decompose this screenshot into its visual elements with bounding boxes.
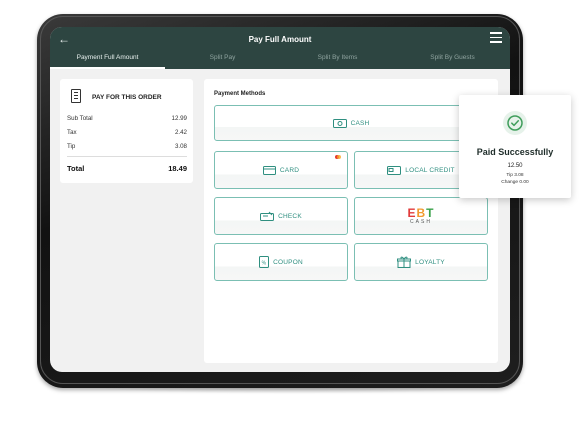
loyalty-icon <box>397 256 412 268</box>
tab-bar: Payment Full Amount Split Pay Split By I… <box>50 51 510 69</box>
local-credit-icon <box>387 165 402 175</box>
payment-success-toast: Paid Successfully 12.50 Tip 3.08 Change … <box>459 95 571 198</box>
total-row: Total 18.49 <box>67 164 187 173</box>
check-button[interactable]: CHECK <box>214 197 348 235</box>
tab-payment-full-amount[interactable]: Payment Full Amount <box>50 51 165 69</box>
payment-methods-title: Payment Methods <box>214 91 266 97</box>
coupon-button[interactable]: % COUPON <box>214 243 348 281</box>
tablet-screen: ← Pay Full Amount Payment Full Amount Sp… <box>50 27 510 372</box>
tab-split-by-items[interactable]: Split By Items <box>280 51 395 69</box>
payment-methods-panel: Payment Methods CASH CARD LOCAL CREDIT C… <box>204 79 498 363</box>
card-icon <box>262 165 276 175</box>
success-check-icon <box>503 111 527 135</box>
ebt-cash-logo: EBT CASH <box>407 205 435 225</box>
cash-label: CASH <box>350 119 370 127</box>
coupon-label: COUPON <box>273 258 303 266</box>
card-button[interactable]: CARD <box>214 151 348 189</box>
ebt-cash-button[interactable]: EBT CASH <box>354 197 488 235</box>
card-brand-logo <box>335 155 341 159</box>
order-summary-panel: PAY FOR THIS ORDER Sub Total 12.99 Tax 2… <box>60 79 193 183</box>
toast-tip: Tip 3.08 <box>506 173 524 178</box>
loyalty-label: LOYALTY <box>415 258 445 266</box>
tax-row: Tax 2.42 <box>67 129 187 136</box>
local-credit-label: LOCAL CREDIT <box>405 166 455 174</box>
tab-split-by-guests[interactable]: Split By Guests <box>395 51 510 69</box>
subtotal-value: 12.99 <box>171 115 187 122</box>
total-label: Total <box>67 164 85 173</box>
ebt-cash-label: CASH <box>410 218 432 225</box>
check-icon <box>260 211 275 221</box>
tip-row: Tip 3.08 <box>67 143 187 150</box>
toast-amount: 12.50 <box>507 163 523 169</box>
summary-divider <box>67 156 187 157</box>
receipt-icon <box>71 89 81 103</box>
tip-value: 3.08 <box>174 143 187 150</box>
tip-label: Tip <box>67 143 76 150</box>
tab-split-pay[interactable]: Split Pay <box>165 51 280 69</box>
ebt-logo-e: E <box>407 205 417 220</box>
page-title: Pay Full Amount <box>248 35 312 44</box>
check-label: CHECK <box>278 212 302 220</box>
svg-text:%: % <box>262 261 267 267</box>
total-value: 18.49 <box>168 164 187 173</box>
hamburger-menu-icon[interactable] <box>490 32 502 43</box>
loyalty-button[interactable]: LOYALTY <box>354 243 488 281</box>
toast-title: Paid Successfully <box>476 147 554 157</box>
cash-button[interactable]: CASH <box>214 105 488 141</box>
subtotal-label: Sub Total <box>67 115 93 122</box>
stage: ← Pay Full Amount Payment Full Amount Sp… <box>0 0 587 428</box>
ebt-logo-b: B <box>416 205 427 220</box>
top-bar: ← Pay Full Amount Payment Full Amount Sp… <box>50 27 510 69</box>
toast-change: Change 0.00 <box>501 180 529 185</box>
cash-icon <box>332 118 347 128</box>
tax-label: Tax <box>67 129 77 136</box>
order-summary-title: PAY FOR THIS ORDER <box>92 94 162 101</box>
card-label: CARD <box>279 166 300 174</box>
coupon-icon: % <box>259 256 270 268</box>
subtotal-row: Sub Total 12.99 <box>67 115 187 122</box>
ebt-logo-t: T <box>426 205 435 220</box>
tax-value: 2.42 <box>174 129 187 136</box>
